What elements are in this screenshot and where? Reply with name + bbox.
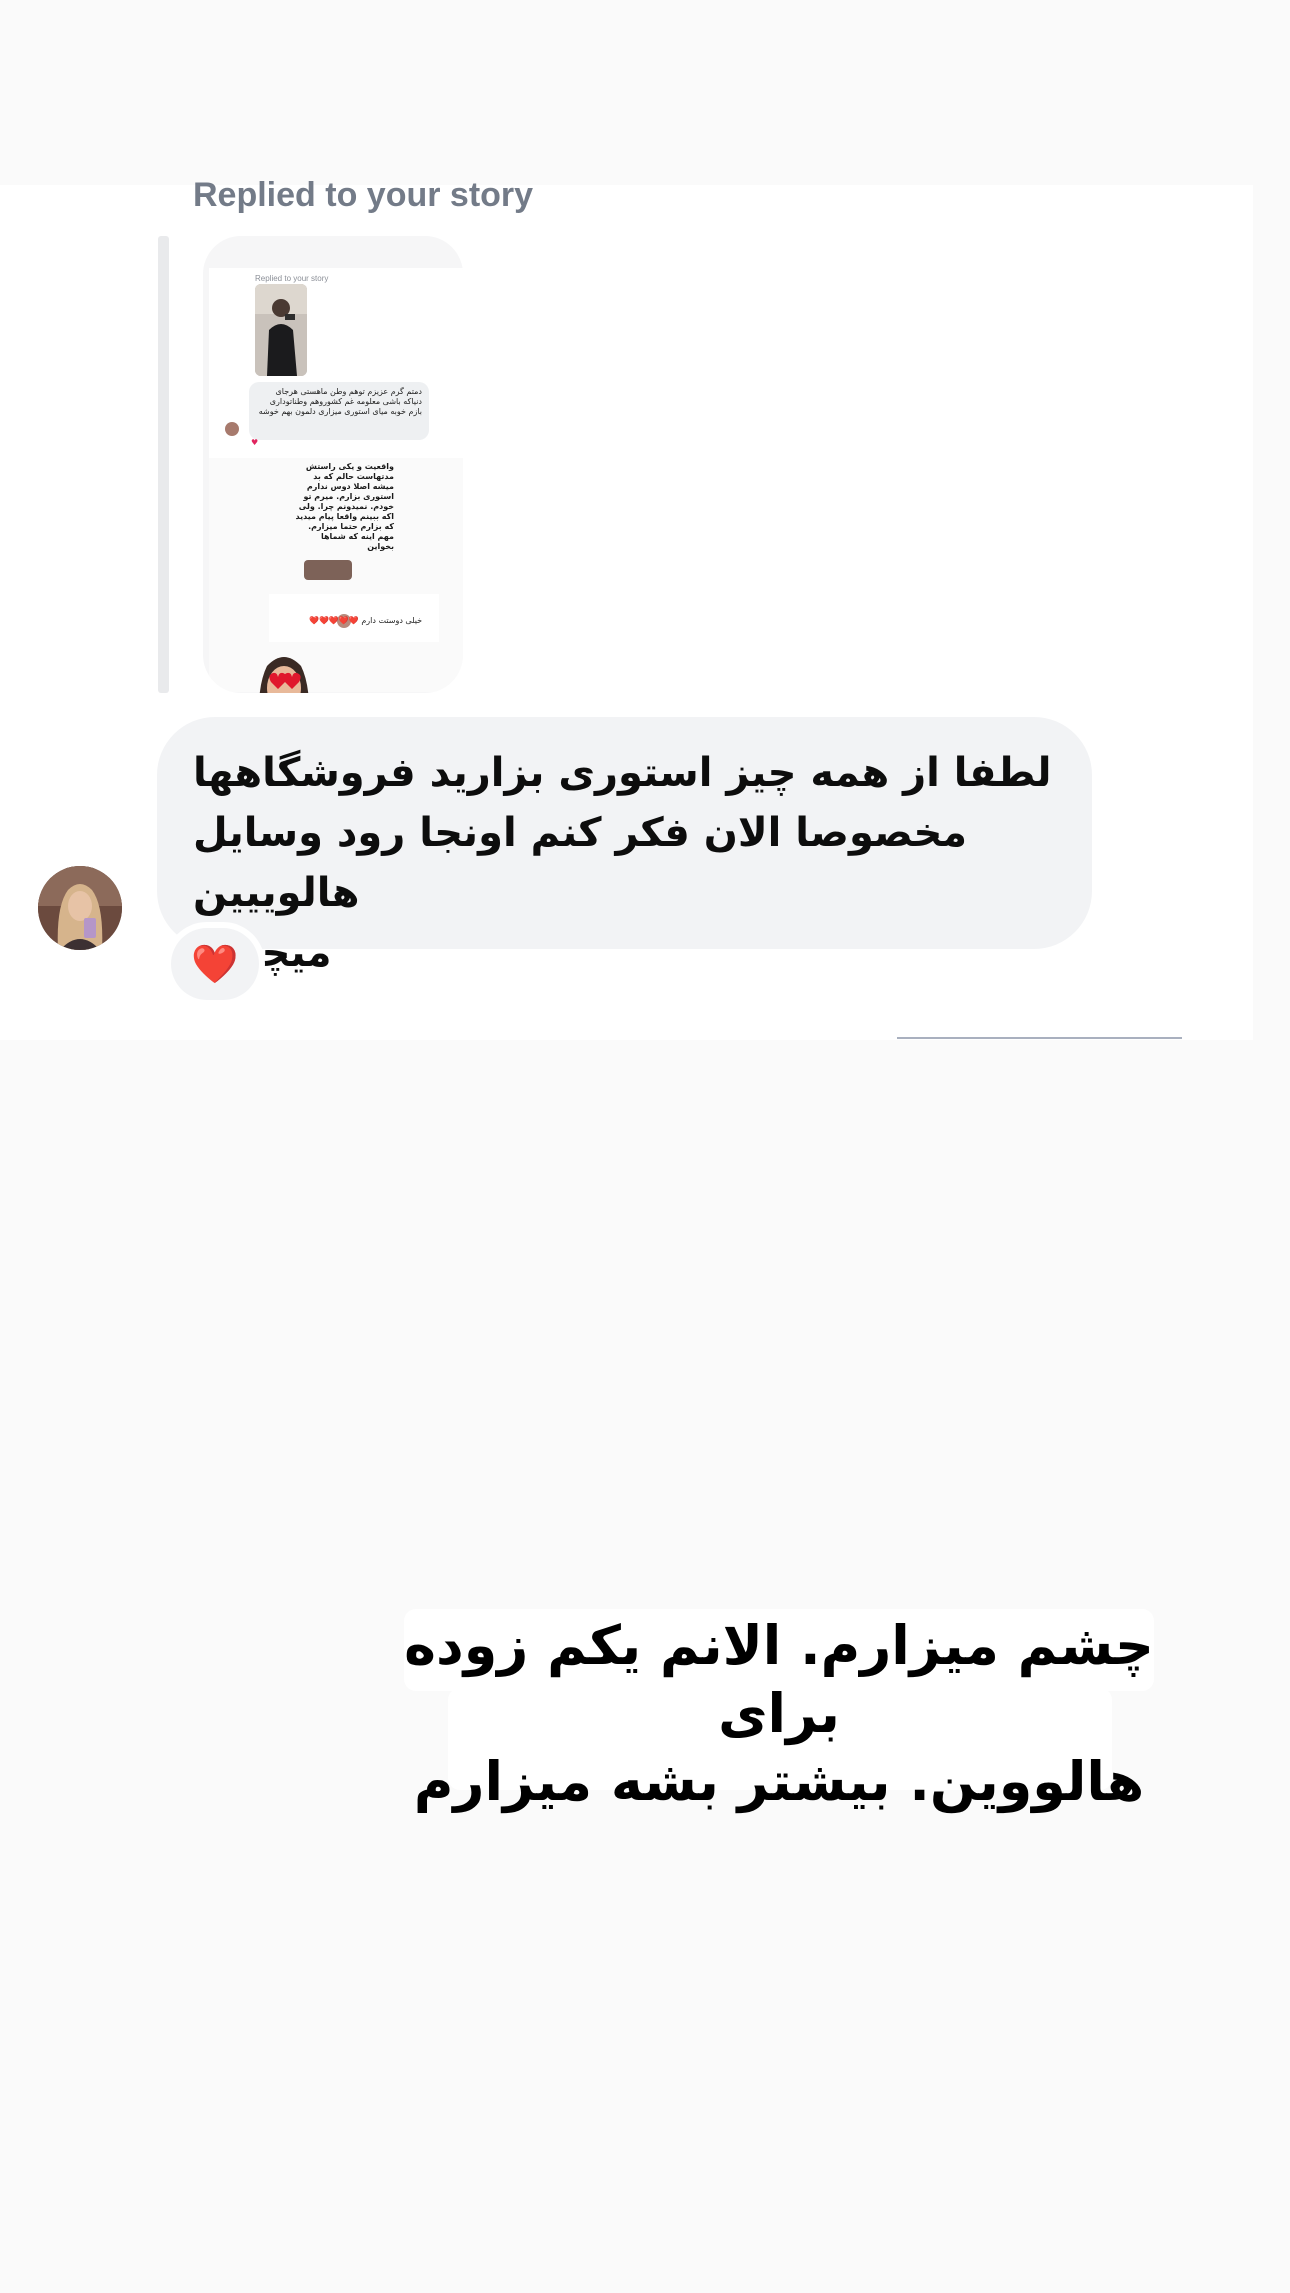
caption-line: چشم میزارم. الانم یکم زوده برای	[404, 1614, 1154, 1745]
memoji-heart-eyes-icon	[249, 646, 319, 693]
story-caption: چشم میزارم. الانم یکم زوده برای هالووین.…	[404, 1612, 1154, 1816]
story-screenshot-chip-text: خیلی دوستت دارم ❤️❤️❤️❤️❤️	[309, 616, 423, 625]
sender-avatar[interactable]	[38, 866, 122, 950]
divider-line	[897, 1037, 1182, 1039]
heart-icon: ♥	[251, 438, 259, 447]
message-bubble[interactable]: لطفا از همه چیز استوری بزارید فروشگاهها …	[157, 717, 1092, 976]
story-screenshot-top: Replied to your story دمتم گرم عزیزم توه…	[209, 268, 463, 456]
story-screenshot-reply-text: واقعیت و یکی راستش مدتهاست حالم که بد می…	[295, 462, 394, 551]
story-screenshot-mini-photo	[304, 560, 352, 580]
story-thumbnail[interactable]: Replied to your story دمتم گرم عزیزم توه…	[203, 236, 463, 693]
message-line: مخصوصا الان فکر کنم اونجا رود وسایل هالو…	[193, 810, 968, 916]
story-screenshot: Replied to your story دمتم گرم عزیزم توه…	[209, 268, 463, 693]
caption-line: هالووین. بیشتر بشه میزارم	[413, 1750, 1145, 1813]
story-screenshot-chip: خیلی دوستت دارم ❤️❤️❤️❤️❤️	[269, 594, 439, 642]
reply-indicator-bar	[158, 236, 169, 693]
story-screenshot-avatar	[225, 422, 239, 436]
story-screenshot-bubble: دمتم گرم عزیزم توهم وطن ماهستی هرجای دنی…	[249, 382, 429, 440]
reaction-heart-icon[interactable]: ❤️	[171, 928, 259, 1000]
story-screenshot-bottom: خیلی دوستت دارم ❤️❤️❤️❤️❤️	[209, 594, 463, 693]
story-screenshot-reply: واقعیت و یکی راستش مدتهاست حالم که بد می…	[209, 458, 463, 608]
replied-to-story-label: Replied to your story	[193, 176, 534, 214]
message-line: میچینن	[193, 930, 332, 976]
message-line: لطفا از همه چیز استوری بزارید فروشگاهها	[193, 750, 1052, 796]
story-screenshot-label: Replied to your story	[255, 274, 329, 283]
message-text: لطفا از همه چیز استوری بزارید فروشگاهها …	[193, 743, 1052, 983]
story-screenshot-photo	[255, 284, 307, 376]
